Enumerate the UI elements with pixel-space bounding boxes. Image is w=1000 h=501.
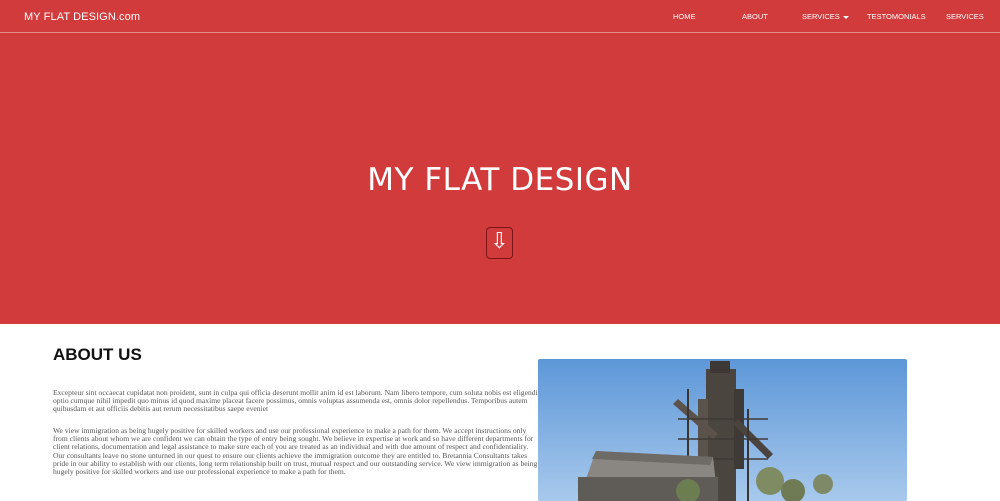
nav-testimonials-link[interactable]: TESTOMONIALS <box>867 12 926 21</box>
brand-logo-link[interactable]: MY FLAT DESIGN.com <box>24 11 140 23</box>
nav-home-link[interactable]: HOME <box>673 12 696 21</box>
about-heading: ABOUT US <box>53 345 142 364</box>
hero-section: MY FLAT DESIGN ⇩ <box>0 33 1000 324</box>
about-paragraph-2: We view immigration as being hugely posi… <box>53 426 538 477</box>
nav-services-dropdown[interactable]: SERVICES <box>802 12 849 21</box>
nav-services-label: SERVICES <box>802 12 840 21</box>
nav-about-link[interactable]: ABOUT <box>742 12 768 21</box>
nav-services-link[interactable]: SERVICES <box>946 12 984 21</box>
about-image-blast-furnace <box>538 359 907 501</box>
top-navbar: MY FLAT DESIGN.com HOME ABOUT SERVICES T… <box>0 0 1000 33</box>
arrow-down-icon: ⇩ <box>490 229 509 254</box>
about-paragraph-1: Excepteur sint occaecat cupidatat non pr… <box>53 388 538 414</box>
hero-title: MY FLAT DESIGN <box>367 162 633 198</box>
caret-down-icon <box>842 15 849 19</box>
scroll-down-button[interactable]: ⇩ <box>486 227 513 259</box>
